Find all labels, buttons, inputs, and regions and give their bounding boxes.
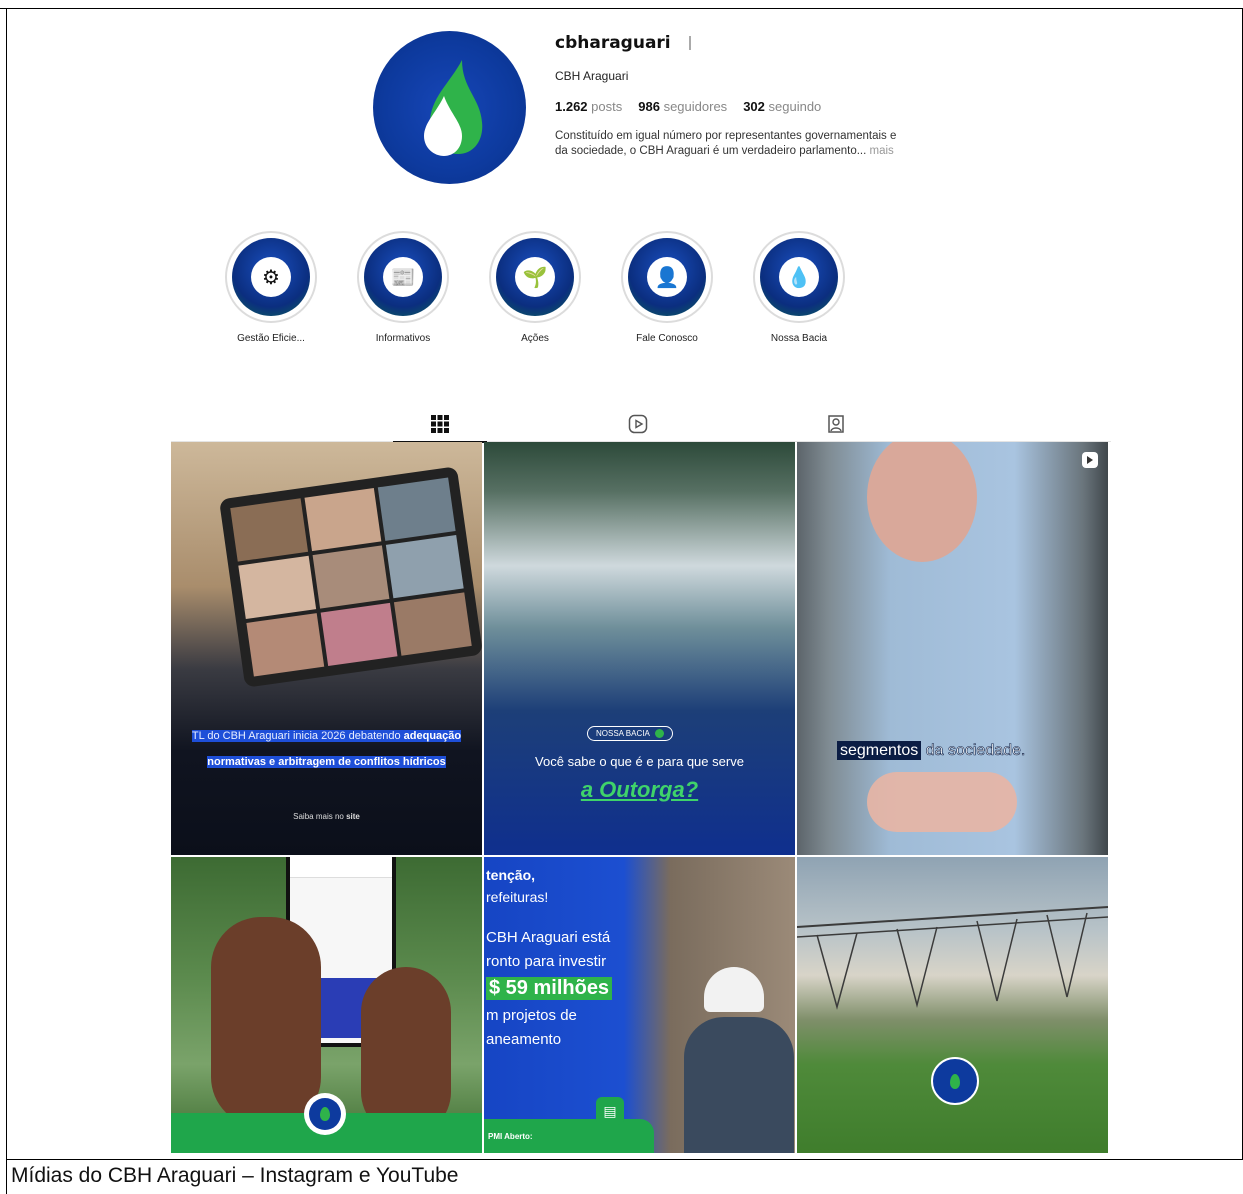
figure-caption: Mídias do CBH Araguari – Instagram e You… — [11, 1164, 459, 1187]
document-check-icon: ▤ — [596, 1097, 624, 1125]
grid-icon — [431, 415, 449, 433]
post-5-line4: ronto para investir — [486, 953, 607, 970]
highlight-fale-conosco[interactable]: 👤 Fale Conosco — [617, 231, 717, 344]
profile-full-name: CBH Araguari — [555, 69, 629, 83]
posts-stat[interactable]: 1.262 posts — [555, 99, 622, 114]
post-1-footer: Saiba mais no site — [293, 812, 360, 821]
post-tile[interactable]: TL do CBH Araguari inicia 2026 debatendo… — [171, 442, 482, 855]
post-5-cta: PMI Aberto: — [488, 1132, 533, 1141]
highlight-acoes[interactable]: 🌱 Ações — [485, 231, 585, 344]
post-tile[interactable]: NOSSA BACIA Você sabe o que é e para que… — [484, 442, 795, 855]
brand-badge-icon — [304, 1093, 346, 1135]
plant-icon: 🌱 — [515, 257, 555, 297]
globe-water-icon: 💧 — [779, 257, 819, 297]
person-head — [867, 442, 977, 562]
reels-icon — [628, 414, 648, 434]
post-2-question: Você sabe o que é e para que serve — [535, 754, 744, 769]
post-5-line7: aneamento — [486, 1031, 562, 1048]
nossa-bacia-badge: NOSSA BACIA — [587, 726, 673, 741]
gear-icon: ⚙ — [251, 257, 291, 297]
highlight-label: Fale Conosco — [636, 333, 698, 344]
profile-avatar[interactable] — [373, 31, 526, 184]
post-3-subtitle: segmentos da sociedade. — [837, 741, 1026, 760]
hands — [867, 772, 1017, 832]
highlight-label: Ações — [521, 333, 549, 344]
tab-posts[interactable] — [393, 411, 487, 443]
person-icon: 👤 — [647, 257, 687, 297]
post-5-line2: refeituras! — [486, 889, 549, 905]
highlight-nossa-bacia[interactable]: 💧 Nossa Bacia — [749, 231, 849, 344]
post-5-line1: tenção, — [486, 867, 536, 883]
post-tile[interactable] — [797, 857, 1108, 1153]
highlight-label: Nossa Bacia — [770, 333, 828, 344]
post-1-headline: TL do CBH Araguari inicia 2026 debatendo… — [191, 730, 462, 742]
worker-body — [684, 1017, 794, 1153]
options-handle[interactable] — [688, 36, 691, 50]
following-stat[interactable]: 302 seguindo — [743, 99, 821, 114]
profile-username[interactable]: cbharaguari — [555, 33, 671, 53]
tagged-icon — [828, 415, 844, 433]
highlight-informativos[interactable]: 📰 Informativos — [353, 231, 453, 344]
post-5-line3: CBH Araguari está — [486, 929, 611, 946]
document-icon: 📰 — [383, 257, 423, 297]
post-tile[interactable] — [171, 857, 482, 1153]
post-1-subhead: normativas e arbitragem de conflitos híd… — [207, 756, 446, 768]
leaf-icon — [654, 729, 664, 738]
screenshot-frame: cbharaguari CBH Araguari 1.262 posts 986… — [6, 8, 1243, 1160]
post-5-line6: m projetos de — [486, 1007, 577, 1024]
laptop-screen — [218, 466, 482, 688]
hand-left — [211, 917, 321, 1127]
post-5-amount: $ 59 milhões — [486, 977, 613, 1000]
post-tile[interactable]: segmentos da sociedade. — [797, 442, 1108, 855]
highlight-gestao[interactable]: ⚙ Gestão Eficie... — [221, 231, 321, 344]
highlight-label: Gestão Eficie... — [237, 333, 305, 344]
hand-right — [361, 967, 451, 1137]
irrigation-pivot — [797, 906, 1108, 1010]
highlight-label: Informativos — [375, 333, 431, 344]
followers-stat[interactable]: 986 seguidores — [638, 99, 727, 114]
profile-bio: Constituído em igual número por represen… — [555, 130, 897, 157]
caption-row: Mídias do CBH Araguari – Instagram e You… — [6, 1160, 1243, 1194]
drop-logo-icon — [423, 59, 482, 156]
tab-tagged[interactable] — [821, 411, 851, 437]
worker-helmet — [704, 967, 764, 1012]
post-tile[interactable]: tenção, refeituras! CBH Araguari está ro… — [484, 857, 795, 1153]
post-2-title: a Outorga? — [580, 777, 699, 802]
bio-more-link[interactable]: mais — [870, 145, 894, 157]
tab-reels[interactable] — [623, 411, 653, 437]
brand-badge-icon — [931, 1057, 979, 1105]
profile-stats: 1.262 posts 986 seguidores 302 seguindo — [555, 99, 821, 114]
reel-icon — [1082, 452, 1098, 468]
